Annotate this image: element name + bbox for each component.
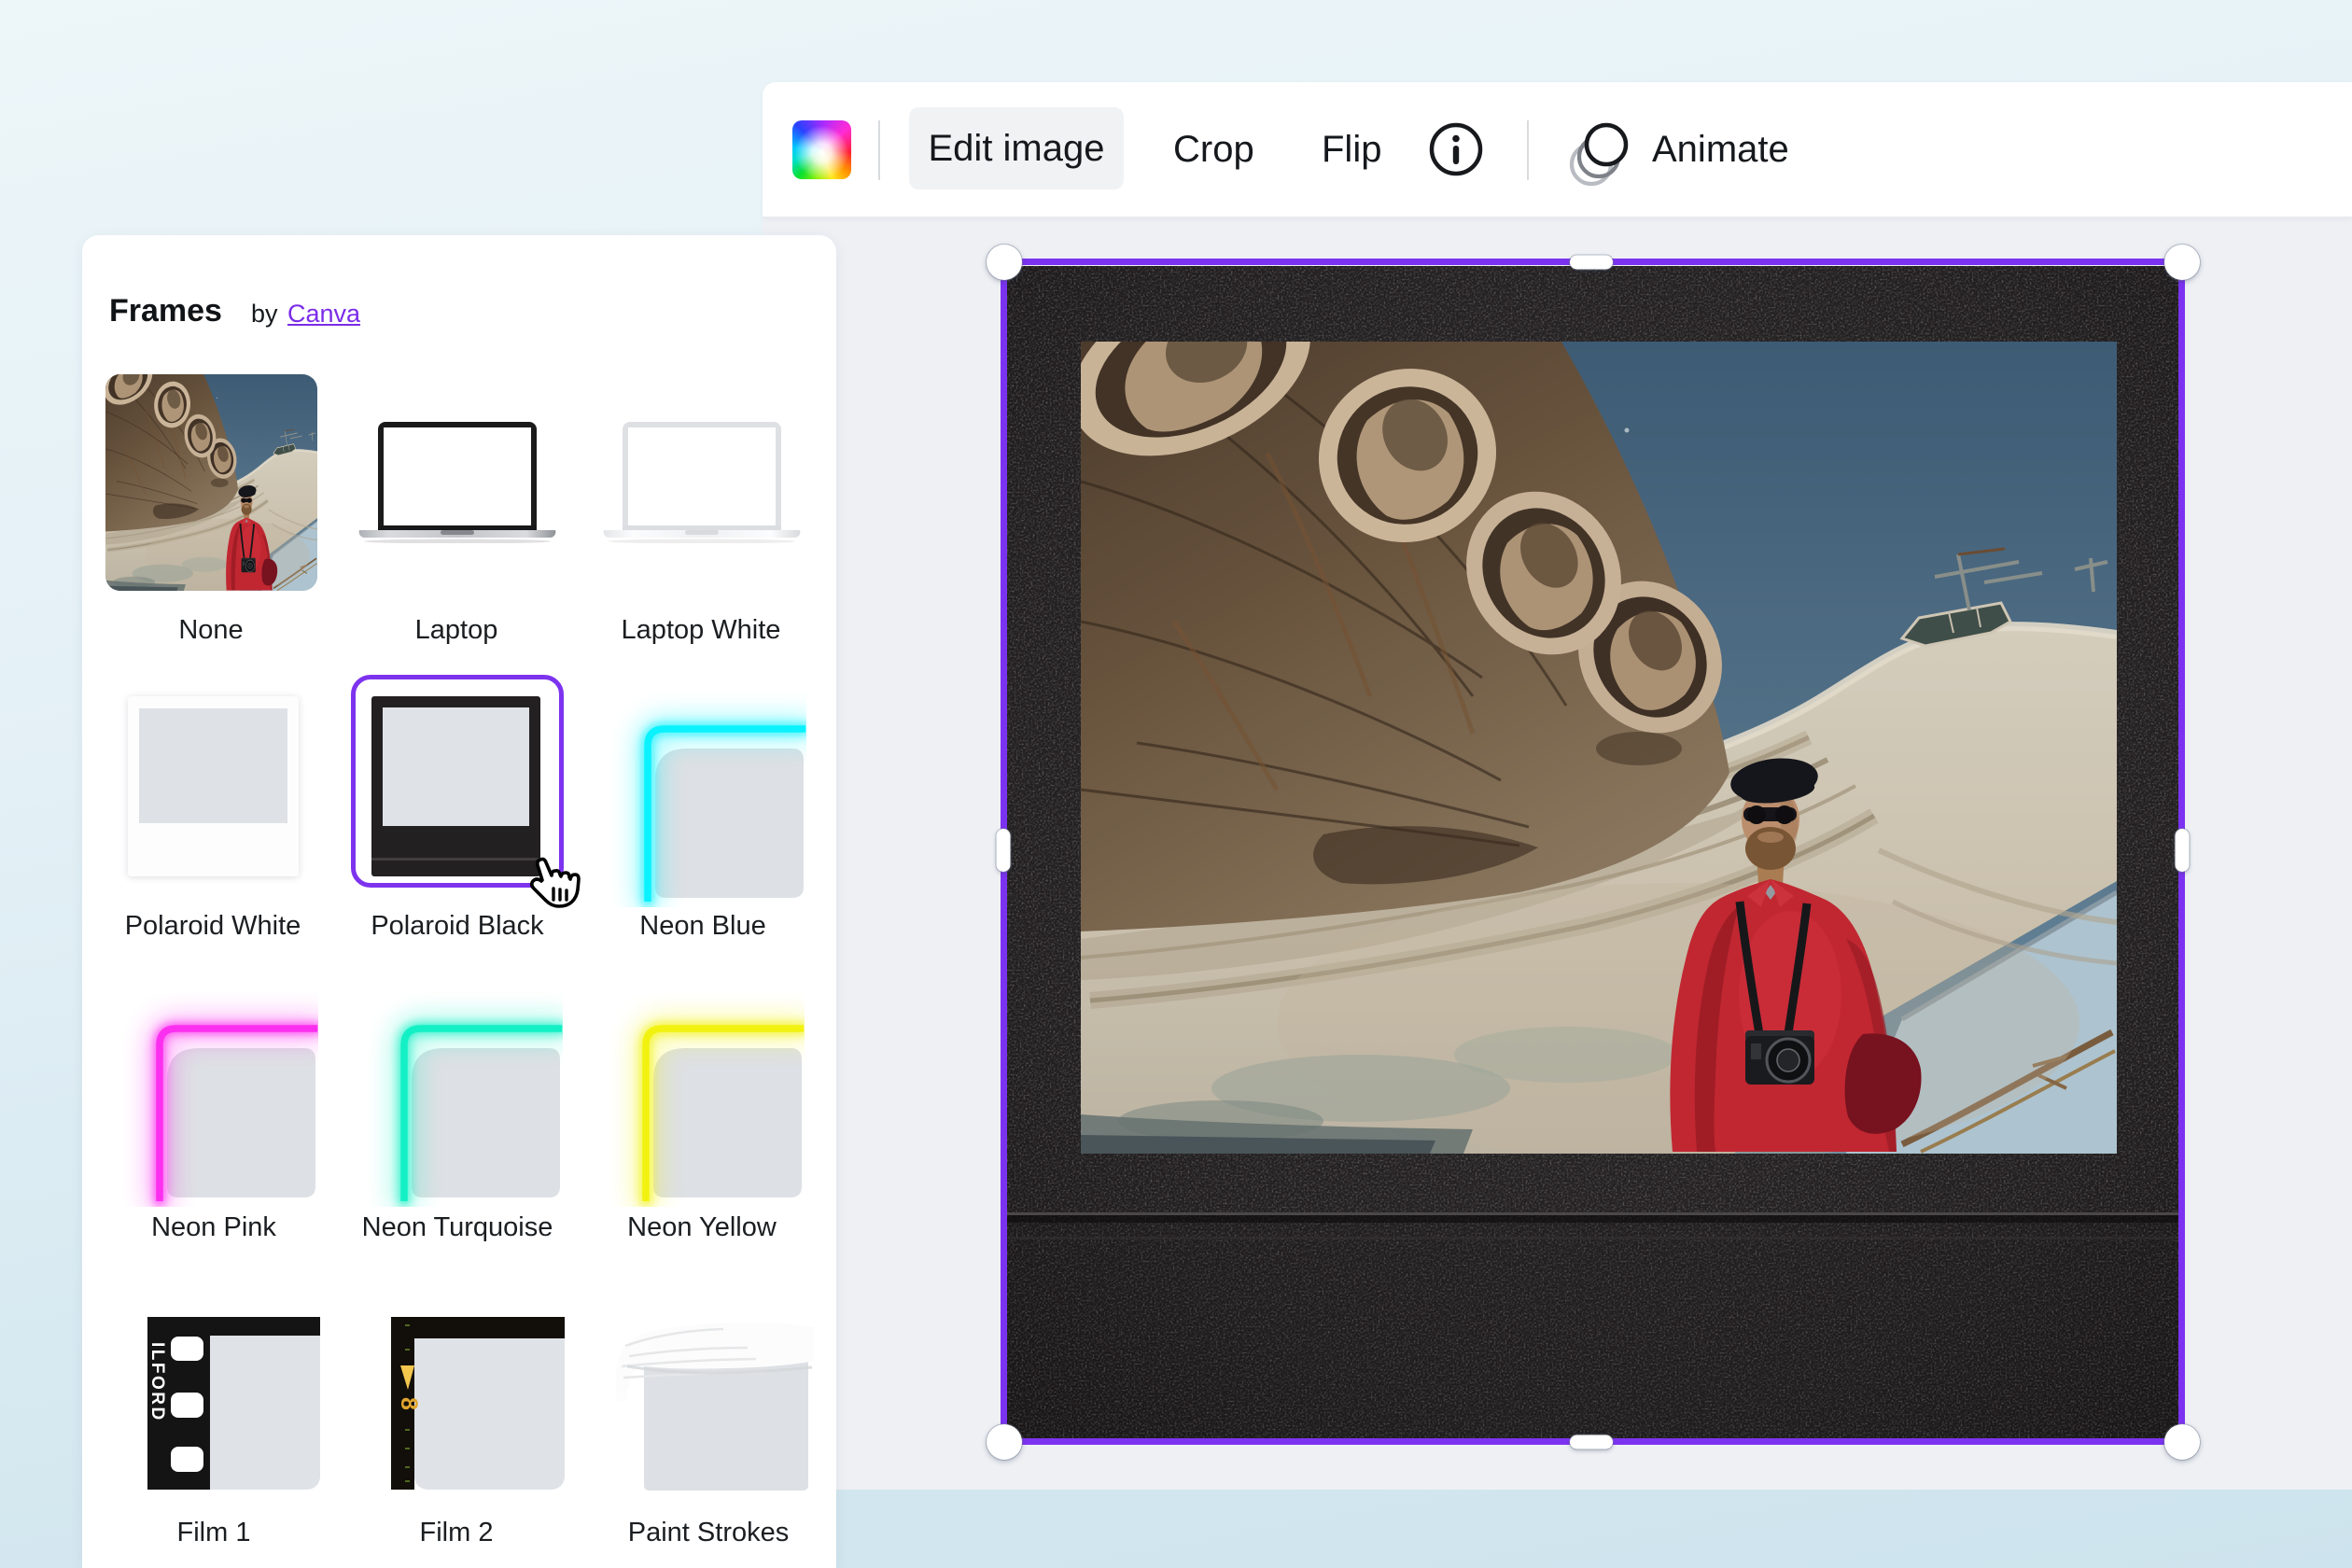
svg-text:ILFORD: ILFORD xyxy=(147,1342,167,1422)
svg-text:8: 8 xyxy=(396,1397,422,1410)
